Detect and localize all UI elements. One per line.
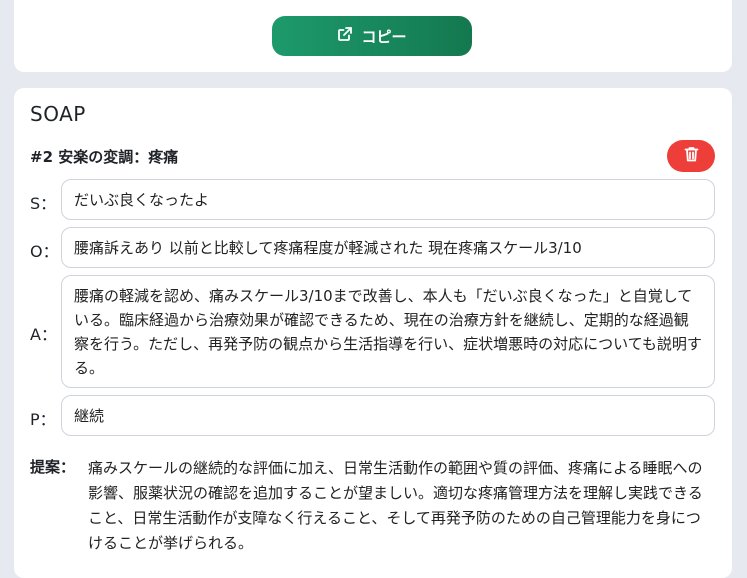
s-field[interactable]: だいぶ良くなったよ (61, 179, 715, 220)
soap-card: SOAP #2 安楽の変調：疼痛 S： だいぶ良くなったよ O： 腰痛訴えあり … (14, 88, 732, 578)
p-field[interactable]: 継続 (61, 395, 715, 436)
item-title: #2 安楽の変調：疼痛 (30, 148, 179, 166)
o-field[interactable]: 腰痛訴えあり 以前と比較して疼痛程度が軽減された 現在疼痛スケール3/10 (61, 227, 715, 268)
delete-button[interactable] (667, 140, 715, 172)
suggestion-label: 提案： (30, 458, 76, 476)
p-label: P： (30, 410, 56, 429)
copy-button-label: コピー (361, 27, 407, 46)
a-field[interactable]: 腰痛の軽減を認め、痛みスケール3/10まで改善し、本人も「だいぶ良くなった」と自… (61, 275, 715, 388)
copy-button[interactable]: コピー (272, 16, 472, 56)
external-link-icon (337, 26, 353, 46)
s-label: S： (30, 194, 57, 213)
a-label: A： (30, 325, 57, 344)
copy-card: コピー (14, 0, 732, 72)
trash-icon (684, 146, 699, 166)
suggestion-text: 痛みスケールの継続的な評価に加え、日常生活動作の範囲や質の評価、疼痛による睡眠へ… (88, 459, 703, 552)
o-label: O： (30, 242, 59, 261)
card-title: SOAP (30, 102, 86, 126)
